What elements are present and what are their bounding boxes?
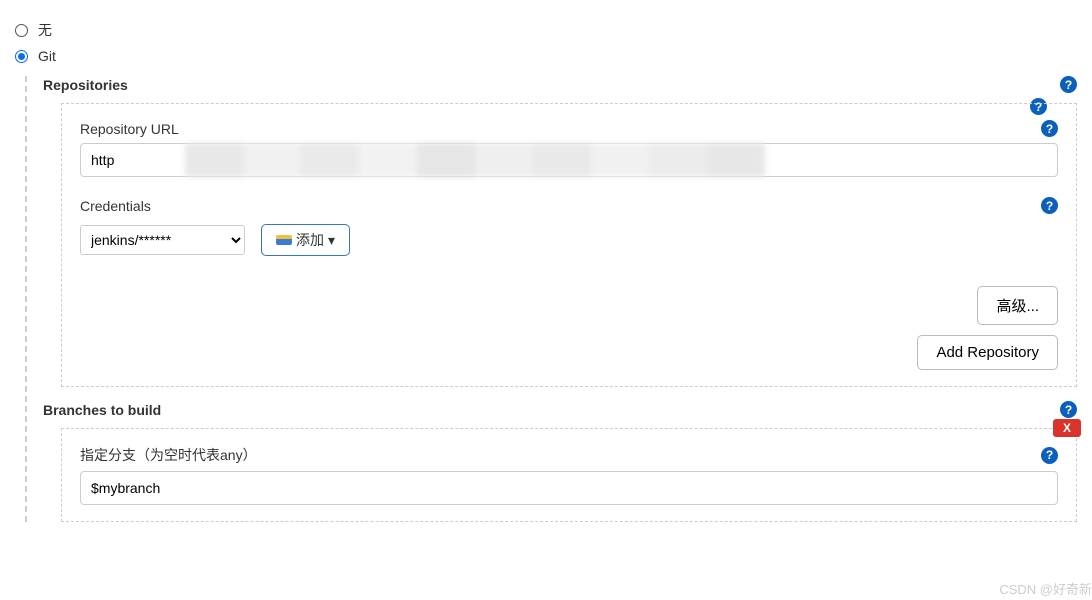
scm-git-label: Git <box>38 48 56 64</box>
git-config-body: Repositories ? Repository URL ? Credenti… <box>25 76 1077 522</box>
help-icon[interactable]: ? <box>1041 120 1058 137</box>
watermark: CSDN @好奇新 <box>999 579 1092 598</box>
credentials-label: Credentials <box>80 198 151 214</box>
help-icon[interactable]: ? <box>1041 447 1058 464</box>
repositories-section: Repositories ? Repository URL ? Credenti… <box>43 76 1077 387</box>
branch-specifier-entry: X 指定分支（为空时代表any） ? <box>61 428 1077 522</box>
branches-title: Branches to build <box>43 402 161 418</box>
branches-section: Branches to build ? X 指定分支（为空时代表any） ? <box>43 401 1077 522</box>
advanced-button[interactable]: 高级... <box>977 286 1058 325</box>
scm-option-none[interactable]: 无 <box>15 20 1077 40</box>
repository-entry: Repository URL ? Credentials ? jenkins/*… <box>61 103 1077 387</box>
help-icon[interactable]: ? <box>1041 197 1058 214</box>
help-icon[interactable]: ? <box>1060 76 1077 93</box>
radio-none-icon <box>15 24 28 37</box>
help-icon[interactable]: ? <box>1060 401 1077 418</box>
radio-git-icon <box>15 50 28 63</box>
repo-url-label: Repository URL <box>80 121 179 137</box>
branch-specifier-label: 指定分支（为空时代表any） <box>80 445 257 465</box>
scm-option-git[interactable]: Git ? <box>15 48 1077 64</box>
key-icon <box>276 235 292 245</box>
add-repository-button[interactable]: Add Repository <box>917 335 1058 370</box>
branch-specifier-input[interactable] <box>80 471 1058 505</box>
delete-branch-button[interactable]: X <box>1053 419 1081 437</box>
add-credentials-button[interactable]: 添加 ▾ <box>261 224 350 256</box>
add-label: 添加 <box>296 230 324 250</box>
credentials-select[interactable]: jenkins/****** <box>80 225 245 255</box>
scm-none-label: 无 <box>38 20 52 40</box>
caret-down-icon: ▾ <box>328 232 335 249</box>
repositories-title: Repositories <box>43 77 128 93</box>
redacted-overlay <box>185 143 765 177</box>
